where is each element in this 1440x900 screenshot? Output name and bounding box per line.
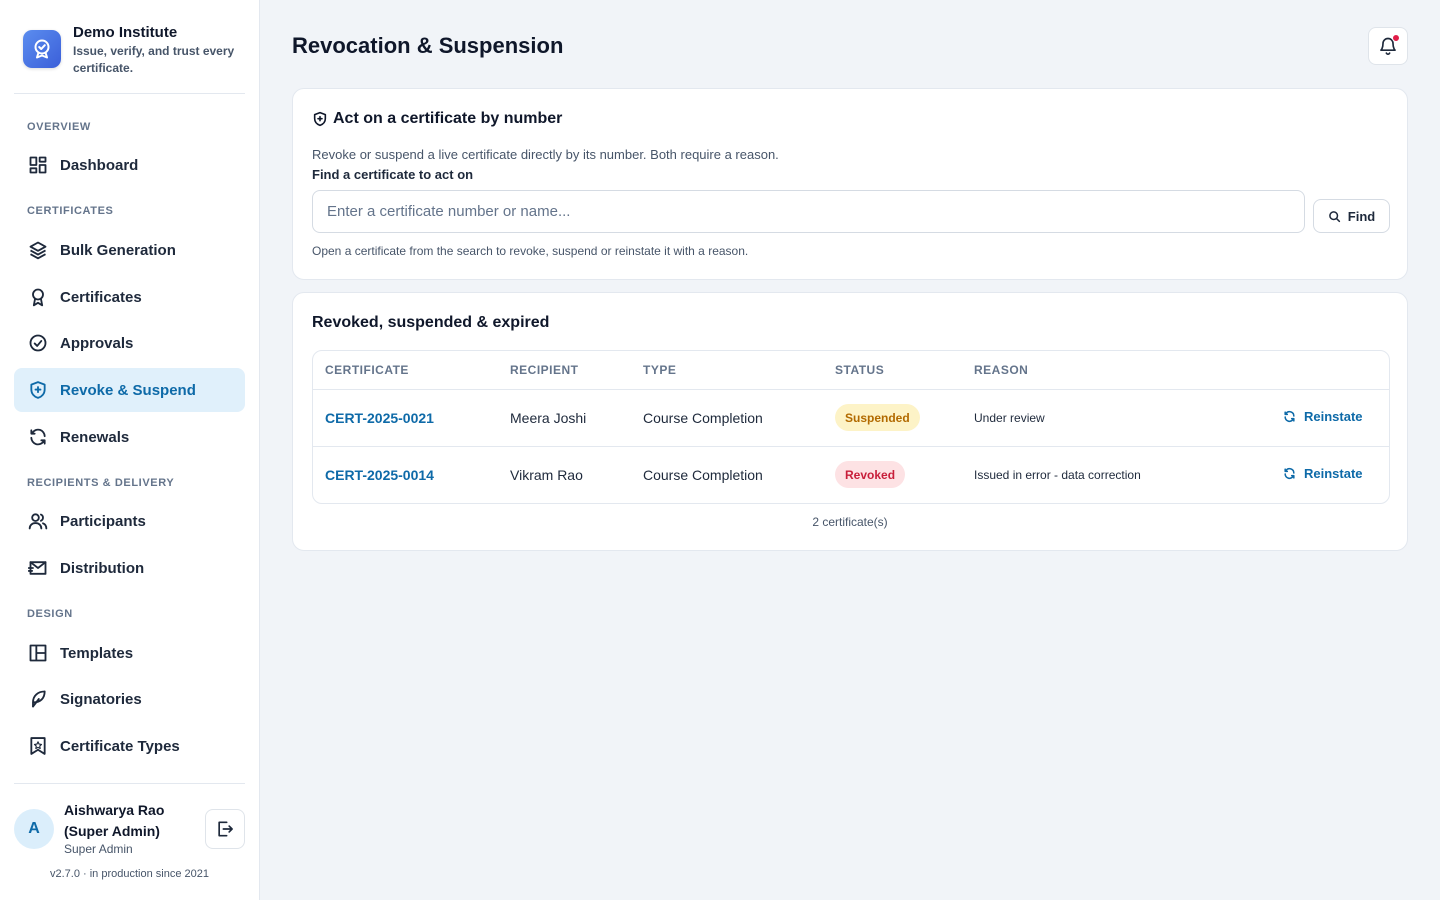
recipient-name: Meera Joshi [510, 410, 587, 426]
sidebar-item-signatories[interactable]: Signatories [14, 677, 245, 721]
sidebar-item-label: Dashboard [60, 156, 139, 174]
section-label-recipients: RECIPIENTS & DELIVERY [27, 477, 175, 489]
act-card-title: Act on a certificate by number [312, 110, 562, 128]
reinstate-button[interactable]: Reinstate [1283, 466, 1363, 481]
column-header-certificate: CERTIFICATE [325, 363, 409, 377]
certificate-type: Course Completion [643, 467, 763, 483]
user-panel: A Aishwarya Rao (Super Admin) Super Admi… [14, 783, 245, 900]
certificate-type: Course Completion [643, 410, 763, 426]
layers-icon [27, 239, 49, 261]
certificates-table: CERTIFICATE RECIPIENT TYPE STATUS REASON… [312, 350, 1390, 504]
search-field-label: Find a certificate to act on [312, 167, 474, 182]
sidebar-item-label: Bulk Generation [60, 241, 176, 259]
sidebar-item-label: Signatories [60, 690, 142, 708]
certificate-count: 2 certificate(s) [812, 515, 888, 529]
dashboard-icon [27, 154, 49, 176]
shield-plus-icon [27, 379, 49, 401]
sidebar-item-bulk-generation[interactable]: Bulk Generation [14, 228, 245, 272]
reason-text: Issued in error - data correction [974, 468, 1141, 482]
shield-plus-icon [312, 111, 328, 127]
certificate-number-link[interactable]: CERT-2025-0014 [325, 467, 434, 483]
sidebar-item-label: Revoke & Suspend [60, 381, 196, 399]
sidebar-item-label: Participants [60, 512, 146, 530]
page-title: Revocation & Suspension [292, 33, 564, 58]
layout-icon [27, 642, 49, 664]
column-header-status: STATUS [835, 363, 885, 377]
mail-send-icon [27, 557, 49, 579]
act-card-description: Revoke or suspend a live certificate dir… [312, 147, 779, 162]
status-badge: Revoked [835, 461, 906, 488]
section-label-overview: OVERVIEW [27, 121, 91, 133]
brand-logo-icon [23, 30, 61, 68]
refresh-icon [27, 426, 49, 448]
sidebar-item-revoke-suspend[interactable]: Revoke & Suspend [14, 368, 245, 412]
users-icon [27, 510, 49, 532]
table-row: CERT-2025-0014 Vikram Rao Course Complet… [313, 446, 1389, 503]
sidebar-item-label: Certificates [60, 288, 142, 306]
sidebar-item-renewals[interactable]: Renewals [14, 415, 245, 459]
reinstate-button[interactable]: Reinstate [1283, 409, 1363, 424]
sidebar-item-label: Certificate Types [60, 737, 180, 755]
sidebar-item-label: Approvals [60, 334, 134, 352]
column-header-type: TYPE [643, 363, 677, 377]
feather-icon [27, 688, 49, 710]
bookmark-star-icon [27, 735, 49, 757]
sidebar-item-label: Distribution [60, 559, 145, 577]
act-card-title-text: Act on a certificate by number [333, 110, 563, 127]
award-icon [27, 286, 49, 308]
logout-icon [215, 819, 235, 839]
user-role: Super Admin [64, 842, 133, 856]
avatar[interactable]: A [14, 809, 54, 849]
notifications-button[interactable] [1368, 27, 1408, 65]
refresh-icon [1284, 467, 1295, 480]
certificate-number-link[interactable]: CERT-2025-0021 [325, 410, 434, 426]
logout-button[interactable] [205, 809, 245, 849]
user-name: Aishwarya Rao (Super Admin) [64, 802, 165, 839]
search-icon [1328, 210, 1341, 223]
sidebar: Demo Institute Issue, verify, and trust … [0, 0, 260, 900]
column-header-reason: REASON [974, 363, 1029, 377]
version-text: v2.7.0 · in production since 2021 [50, 868, 209, 880]
notification-dot [1392, 34, 1400, 42]
find-button[interactable]: Find [1313, 199, 1390, 233]
section-label-design: DESIGN [27, 608, 73, 620]
reinstate-label: Reinstate [1304, 466, 1363, 481]
sidebar-item-certificate-types[interactable]: Certificate Types [14, 724, 245, 768]
brand-name: Demo Institute [73, 24, 178, 41]
brand-tagline: Issue, verify, and trust every certifica… [73, 44, 235, 75]
sidebar-item-label: Renewals [60, 428, 130, 446]
reason-text: Under review [974, 411, 1045, 425]
sidebar-item-distribution[interactable]: Distribution [14, 546, 245, 590]
brand: Demo Institute Issue, verify, and trust … [14, 14, 245, 94]
table-row: CERT-2025-0021 Meera Joshi Course Comple… [313, 389, 1389, 446]
section-label-certificates: CERTIFICATES [27, 205, 114, 217]
refresh-icon [1284, 410, 1295, 423]
recipient-name: Vikram Rao [510, 467, 583, 483]
status-badge: Suspended [835, 404, 920, 431]
sidebar-item-certificates[interactable]: Certificates [14, 275, 245, 319]
reinstate-label: Reinstate [1304, 409, 1363, 424]
revoked-list-card: Revoked, suspended & expired CERTIFICATE… [292, 292, 1408, 551]
sidebar-item-dashboard[interactable]: Dashboard [14, 143, 245, 187]
column-header-recipient: RECIPIENT [510, 363, 579, 377]
search-hint: Open a certificate from the search to re… [312, 244, 749, 258]
find-button-label: Find [1347, 208, 1376, 224]
sidebar-item-templates[interactable]: Templates [14, 631, 245, 675]
list-card-title: Revoked, suspended & expired [312, 314, 550, 331]
certificate-search-input[interactable] [312, 190, 1305, 233]
act-on-certificate-card: Act on a certificate by number Revoke or… [292, 88, 1408, 280]
sidebar-item-participants[interactable]: Participants [14, 499, 245, 543]
check-circle-icon [27, 332, 49, 354]
sidebar-item-label: Templates [60, 644, 134, 662]
sidebar-item-approvals[interactable]: Approvals [14, 321, 245, 365]
